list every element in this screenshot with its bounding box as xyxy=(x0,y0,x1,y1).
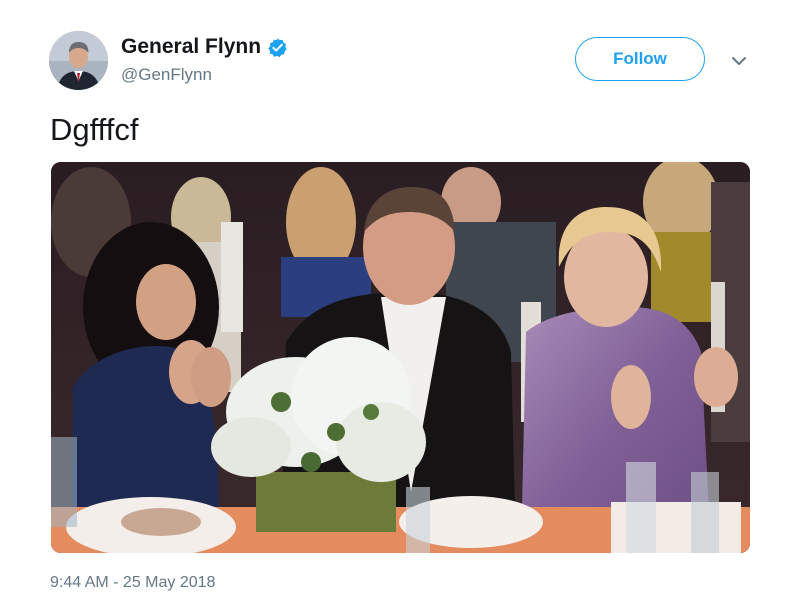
username[interactable]: @GenFlynn xyxy=(121,65,212,85)
timestamp[interactable]: 9:44 AM - 25 May 2018 xyxy=(50,574,215,592)
display-name-row: General Flynn xyxy=(121,34,288,60)
display-name[interactable]: General Flynn xyxy=(121,35,261,59)
verified-badge-icon xyxy=(268,37,287,57)
tweet-text: Dgfffcf xyxy=(50,112,139,147)
profile-photo xyxy=(49,31,108,90)
avatar[interactable] xyxy=(49,31,108,90)
tweet-image xyxy=(51,162,750,553)
tweet-photo[interactable] xyxy=(51,162,750,553)
follow-button[interactable]: Follow xyxy=(575,37,705,81)
chevron-down-icon[interactable] xyxy=(728,53,750,69)
